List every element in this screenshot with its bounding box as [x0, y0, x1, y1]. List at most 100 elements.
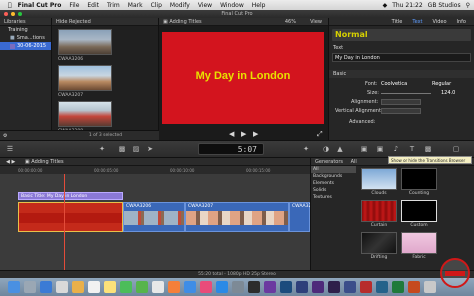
alignment-buttons[interactable]	[381, 99, 421, 105]
category-all[interactable]: All	[311, 166, 356, 173]
previous-frame-icon[interactable]: ◀	[229, 130, 234, 138]
photos-app-icon[interactable]	[152, 281, 164, 293]
menu-trim[interactable]: Trim	[107, 2, 120, 9]
minimize-window-button[interactable]	[11, 12, 15, 16]
user-name[interactable]: GB Studios	[428, 2, 461, 9]
vertical-alignment-buttons[interactable]	[381, 108, 421, 114]
size-value[interactable]: 124.0	[441, 90, 455, 96]
menu-clip[interactable]: Clip	[151, 2, 162, 9]
tab-text[interactable]: Text	[412, 18, 422, 25]
tab-video[interactable]: Video	[433, 18, 447, 25]
preset-dropdown[interactable]: Normal	[332, 29, 471, 41]
title-overlay-text[interactable]: My Day in London	[162, 70, 324, 82]
back-icon[interactable]: ◀	[6, 159, 10, 165]
append-clip-icon[interactable]: ▩	[118, 145, 126, 153]
app-store-icon[interactable]	[216, 281, 228, 293]
notes-icon[interactable]	[104, 281, 116, 293]
facetime-icon[interactable]	[136, 281, 148, 293]
keynote-icon[interactable]	[184, 281, 196, 293]
messages-icon[interactable]	[120, 281, 132, 293]
video-clip[interactable]: CWAA3207	[185, 202, 289, 232]
generator-thumb[interactable]	[361, 168, 397, 190]
apple-icon[interactable]: 	[8, 2, 12, 9]
safari-icon[interactable]	[40, 281, 52, 293]
powerpoint-icon[interactable]	[408, 281, 420, 293]
project-name[interactable]: Adding Titles	[31, 159, 63, 165]
word-icon[interactable]	[376, 281, 388, 293]
timecode-display[interactable]: 5:07	[198, 143, 264, 155]
index-icon[interactable]: ☰	[6, 145, 14, 153]
generator-thumb[interactable]	[361, 232, 397, 254]
fullscreen-icon[interactable]: ⤢	[317, 130, 323, 139]
contacts-icon[interactable]	[72, 281, 84, 293]
magic-wand-icon[interactable]: ✦	[302, 145, 310, 153]
forward-icon[interactable]: ▶	[11, 159, 15, 165]
zoom-window-button[interactable]	[18, 12, 22, 16]
video-clip[interactable]: CWAA3208	[289, 202, 317, 232]
menu-window[interactable]: Window	[220, 2, 244, 9]
overwrite-clip-icon[interactable]: ▨	[132, 145, 140, 153]
launchpad-icon[interactable]	[24, 281, 36, 293]
category-solids[interactable]: Solids	[311, 187, 356, 194]
effects-icon[interactable]: ▲	[336, 145, 344, 153]
select-tool-icon[interactable]: ➤	[146, 145, 154, 153]
menu-help[interactable]: Help	[252, 2, 266, 9]
tab-info[interactable]: Info	[457, 18, 466, 25]
numbers-icon[interactable]	[168, 281, 180, 293]
basic-section-header[interactable]: Basic	[329, 70, 474, 78]
advanced-label[interactable]: Advanced:	[349, 119, 375, 125]
playhead[interactable]	[64, 174, 65, 270]
next-frame-icon[interactable]: ▶	[253, 130, 258, 138]
generators-all-filter[interactable]: All	[351, 159, 357, 165]
viewer-canvas[interactable]: My Day in London	[162, 32, 324, 124]
timeline[interactable]: Basic Title: My Day in London CWAA3206 C…	[0, 174, 317, 270]
app-menu[interactable]: Final Cut Pro	[18, 2, 62, 9]
menu-file[interactable]: File	[69, 2, 79, 9]
after-effects-icon[interactable]	[328, 281, 340, 293]
size-slider[interactable]	[381, 93, 431, 94]
music-icon[interactable]: ♪	[392, 145, 400, 153]
zoom-dropdown[interactable]: 46%	[285, 18, 296, 26]
search-icon[interactable]: ⚲	[466, 2, 470, 9]
compressor-icon[interactable]	[280, 281, 292, 293]
system-preferences-icon[interactable]	[232, 281, 244, 293]
view-dropdown[interactable]: View	[310, 18, 322, 26]
photoshop-icon[interactable]	[296, 281, 308, 293]
color-icon[interactable]: ◑	[322, 145, 330, 153]
menu-edit[interactable]: Edit	[87, 2, 99, 9]
event-30-06-2015[interactable]: 30-06-2015	[0, 42, 51, 50]
motion-icon[interactable]	[264, 281, 276, 293]
title-clip-selected[interactable]	[18, 202, 123, 232]
clip-thumbnail[interactable]	[58, 65, 112, 91]
library-training[interactable]: Training	[0, 26, 51, 34]
close-window-button[interactable]	[4, 12, 8, 16]
finder-icon[interactable]	[8, 281, 20, 293]
menu-modify[interactable]: Modify	[170, 2, 190, 9]
category-backgrounds[interactable]: Backgrounds	[311, 173, 356, 180]
menu-mark[interactable]: Mark	[128, 2, 143, 9]
excel-icon[interactable]	[392, 281, 404, 293]
clip-thumbnail[interactable]	[58, 29, 112, 55]
title-clip[interactable]: Basic Title: My Day in London	[18, 192, 123, 200]
acrobat-icon[interactable]	[360, 281, 372, 293]
final-cut-pro-icon[interactable]	[248, 281, 260, 293]
filter-dropdown[interactable]: Hide Rejected	[56, 19, 91, 25]
clip-thumbnail[interactable]	[58, 101, 112, 127]
timeline-ruler[interactable]: 00:00:00:00 00:00:05:00 00:00:10:00 00:0…	[0, 166, 310, 174]
generator-thumb[interactable]	[401, 232, 437, 254]
gear-icon[interactable]: ⚙	[3, 133, 7, 139]
enhance-icon[interactable]: ✦	[98, 145, 106, 153]
category-textures[interactable]: Textures	[311, 194, 356, 201]
itunes-icon[interactable]	[200, 281, 212, 293]
titles-icon[interactable]: T	[408, 145, 416, 153]
wifi-icon[interactable]: ◆	[383, 2, 388, 9]
font-dropdown[interactable]: Coolvetica	[381, 81, 407, 87]
library-smart-collections[interactable]: ■ Sma...tions	[0, 34, 51, 42]
photos-icon[interactable]: ▣	[360, 145, 368, 153]
video-clip[interactable]: CWAA3206	[123, 202, 185, 232]
calendar-icon[interactable]	[88, 281, 100, 293]
camera-icon[interactable]: ▣	[376, 145, 384, 153]
tab-title[interactable]: Title	[392, 18, 403, 25]
generator-thumb[interactable]	[361, 200, 397, 222]
generator-thumb[interactable]	[401, 168, 437, 190]
